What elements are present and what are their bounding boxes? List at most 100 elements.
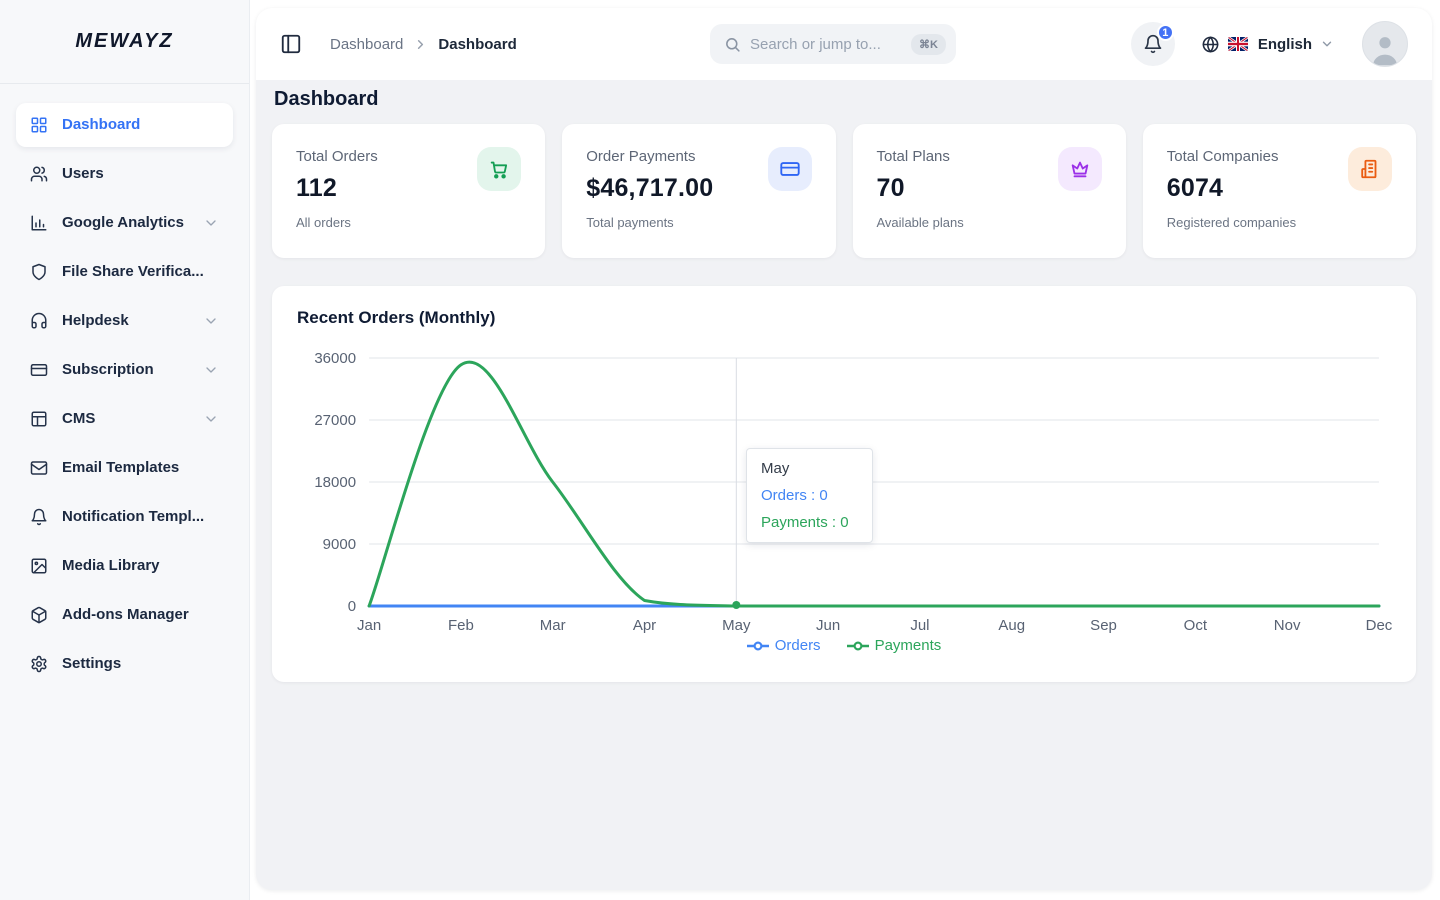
stat-subtitle: All orders bbox=[296, 215, 521, 230]
layout-icon bbox=[30, 410, 48, 428]
credit-card-icon bbox=[30, 361, 48, 379]
sidebar-item-subscription[interactable]: Subscription bbox=[16, 348, 233, 392]
line-dot-marker-icon bbox=[747, 641, 769, 651]
uk-flag-icon bbox=[1228, 37, 1248, 51]
sidebar-item-label: Notification Templ... bbox=[62, 508, 204, 527]
chevron-down-icon bbox=[1320, 37, 1334, 51]
topbar: Dashboard Dashboard ⌘K 1 bbox=[256, 8, 1432, 80]
main-panel: Dashboard Dashboard ⌘K 1 bbox=[256, 8, 1432, 890]
stats-row: Total Orders 112 All orders Order Paymen… bbox=[272, 124, 1416, 258]
svg-text:Jul: Jul bbox=[910, 617, 929, 634]
sidebar: MEWAYZ Dashboard Users Google Analytics … bbox=[0, 0, 250, 900]
legend-label: Payments bbox=[875, 637, 942, 654]
sidebar-item-label: Add-ons Manager bbox=[62, 606, 189, 625]
sidebar-item-label: Google Analytics bbox=[62, 214, 184, 233]
stat-iconbox bbox=[477, 147, 521, 191]
content: Dashboard Total Orders 112 All orders Or… bbox=[256, 80, 1432, 682]
search-icon bbox=[724, 36, 741, 53]
sidebar-item-label: Subscription bbox=[62, 361, 154, 380]
keyboard-shortcut-badge: ⌘K bbox=[911, 34, 946, 55]
tooltip-title: May bbox=[761, 460, 858, 477]
svg-text:27000: 27000 bbox=[314, 412, 356, 429]
notification-count-badge: 1 bbox=[1157, 24, 1174, 41]
language-selector[interactable]: English bbox=[1201, 35, 1334, 54]
svg-text:Apr: Apr bbox=[633, 617, 656, 634]
search-input[interactable] bbox=[750, 36, 902, 53]
sidebar-item-label: Settings bbox=[62, 655, 121, 674]
chart-card: Recent Orders (Monthly) 0900018000270003… bbox=[272, 286, 1416, 682]
users-icon bbox=[30, 165, 48, 183]
sidebar-item-users[interactable]: Users bbox=[16, 152, 233, 196]
topbar-right: 1 English bbox=[1131, 21, 1408, 67]
stat-subtitle: Registered companies bbox=[1167, 215, 1392, 230]
bar-chart-icon bbox=[30, 214, 48, 232]
svg-text:0: 0 bbox=[348, 598, 356, 615]
tooltip-orders-row: Orders : 0 bbox=[761, 487, 858, 504]
sidebar-item-settings[interactable]: Settings bbox=[16, 642, 233, 686]
notifications-button[interactable]: 1 bbox=[1131, 22, 1175, 66]
sidebar-item-media-library[interactable]: Media Library bbox=[16, 544, 233, 588]
sidebar-item-label: File Share Verifica... bbox=[62, 263, 204, 282]
svg-text:May: May bbox=[722, 617, 751, 634]
language-label: English bbox=[1258, 36, 1312, 53]
grid-icon bbox=[30, 116, 48, 134]
stat-card-total-plans: Total Plans 70 Available plans bbox=[853, 124, 1126, 258]
svg-text:Nov: Nov bbox=[1274, 617, 1301, 634]
sidebar-item-helpdesk[interactable]: Helpdesk bbox=[16, 299, 233, 343]
crown-icon bbox=[1069, 158, 1091, 180]
sidebar-item-dashboard[interactable]: Dashboard bbox=[16, 103, 233, 147]
search-box[interactable]: ⌘K bbox=[710, 24, 956, 64]
chart-tooltip: May Orders : 0 Payments : 0 bbox=[746, 448, 873, 543]
breadcrumb: Dashboard Dashboard bbox=[330, 36, 517, 53]
svg-text:Dec: Dec bbox=[1366, 617, 1393, 634]
logo-wrap: MEWAYZ bbox=[0, 0, 249, 84]
credit-card-icon bbox=[779, 158, 801, 180]
sidebar-item-notification-templates[interactable]: Notification Templ... bbox=[16, 495, 233, 539]
stat-iconbox bbox=[1348, 147, 1392, 191]
panel-left-icon bbox=[280, 33, 302, 55]
svg-text:36000: 36000 bbox=[314, 350, 356, 367]
gear-icon bbox=[30, 655, 48, 673]
sidebar-item-cms[interactable]: CMS bbox=[16, 397, 233, 441]
sidebar-item-email-templates[interactable]: Email Templates bbox=[16, 446, 233, 490]
sidebar-item-google-analytics[interactable]: Google Analytics bbox=[16, 201, 233, 245]
building-icon bbox=[1359, 158, 1381, 180]
chart-legend: Orders Payments bbox=[272, 637, 1416, 654]
cart-icon bbox=[488, 158, 510, 180]
svg-text:Feb: Feb bbox=[448, 617, 474, 634]
stat-card-total-companies: Total Companies 6074 Registered companie… bbox=[1143, 124, 1416, 258]
breadcrumb-current: Dashboard bbox=[438, 36, 516, 53]
chevron-right-icon bbox=[413, 37, 428, 52]
avatar[interactable] bbox=[1362, 21, 1408, 67]
svg-text:Jun: Jun bbox=[816, 617, 840, 634]
person-icon bbox=[1370, 32, 1400, 66]
sidebar-item-addons-manager[interactable]: Add-ons Manager bbox=[16, 593, 233, 637]
stat-subtitle: Available plans bbox=[877, 215, 1102, 230]
sidebar-item-label: Helpdesk bbox=[62, 312, 129, 331]
svg-text:Aug: Aug bbox=[998, 617, 1025, 634]
sidebar-toggle-button[interactable] bbox=[280, 33, 302, 55]
image-icon bbox=[30, 557, 48, 575]
package-icon bbox=[30, 606, 48, 624]
line-dot-marker-icon bbox=[847, 641, 869, 651]
svg-text:18000: 18000 bbox=[314, 474, 356, 491]
bell-icon bbox=[30, 508, 48, 526]
legend-item-orders[interactable]: Orders bbox=[747, 637, 821, 654]
svg-text:Mar: Mar bbox=[540, 617, 566, 634]
stat-card-order-payments: Order Payments $46,717.00 Total payments bbox=[562, 124, 835, 258]
page-title: Dashboard bbox=[274, 86, 1416, 112]
chevron-down-icon bbox=[203, 313, 219, 329]
breadcrumb-parent[interactable]: Dashboard bbox=[330, 36, 403, 53]
sidebar-item-file-share-verification[interactable]: File Share Verifica... bbox=[16, 250, 233, 294]
legend-item-payments[interactable]: Payments bbox=[847, 637, 942, 654]
stat-iconbox bbox=[1058, 147, 1102, 191]
legend-label: Orders bbox=[775, 637, 821, 654]
chevron-down-icon bbox=[203, 411, 219, 427]
tooltip-payments-row: Payments : 0 bbox=[761, 514, 858, 531]
sidebar-item-label: CMS bbox=[62, 410, 95, 429]
shield-icon bbox=[30, 263, 48, 281]
sidebar-item-label: Users bbox=[62, 165, 104, 184]
mail-icon bbox=[30, 459, 48, 477]
globe-icon bbox=[1201, 35, 1220, 54]
sidebar-item-label: Media Library bbox=[62, 557, 160, 576]
